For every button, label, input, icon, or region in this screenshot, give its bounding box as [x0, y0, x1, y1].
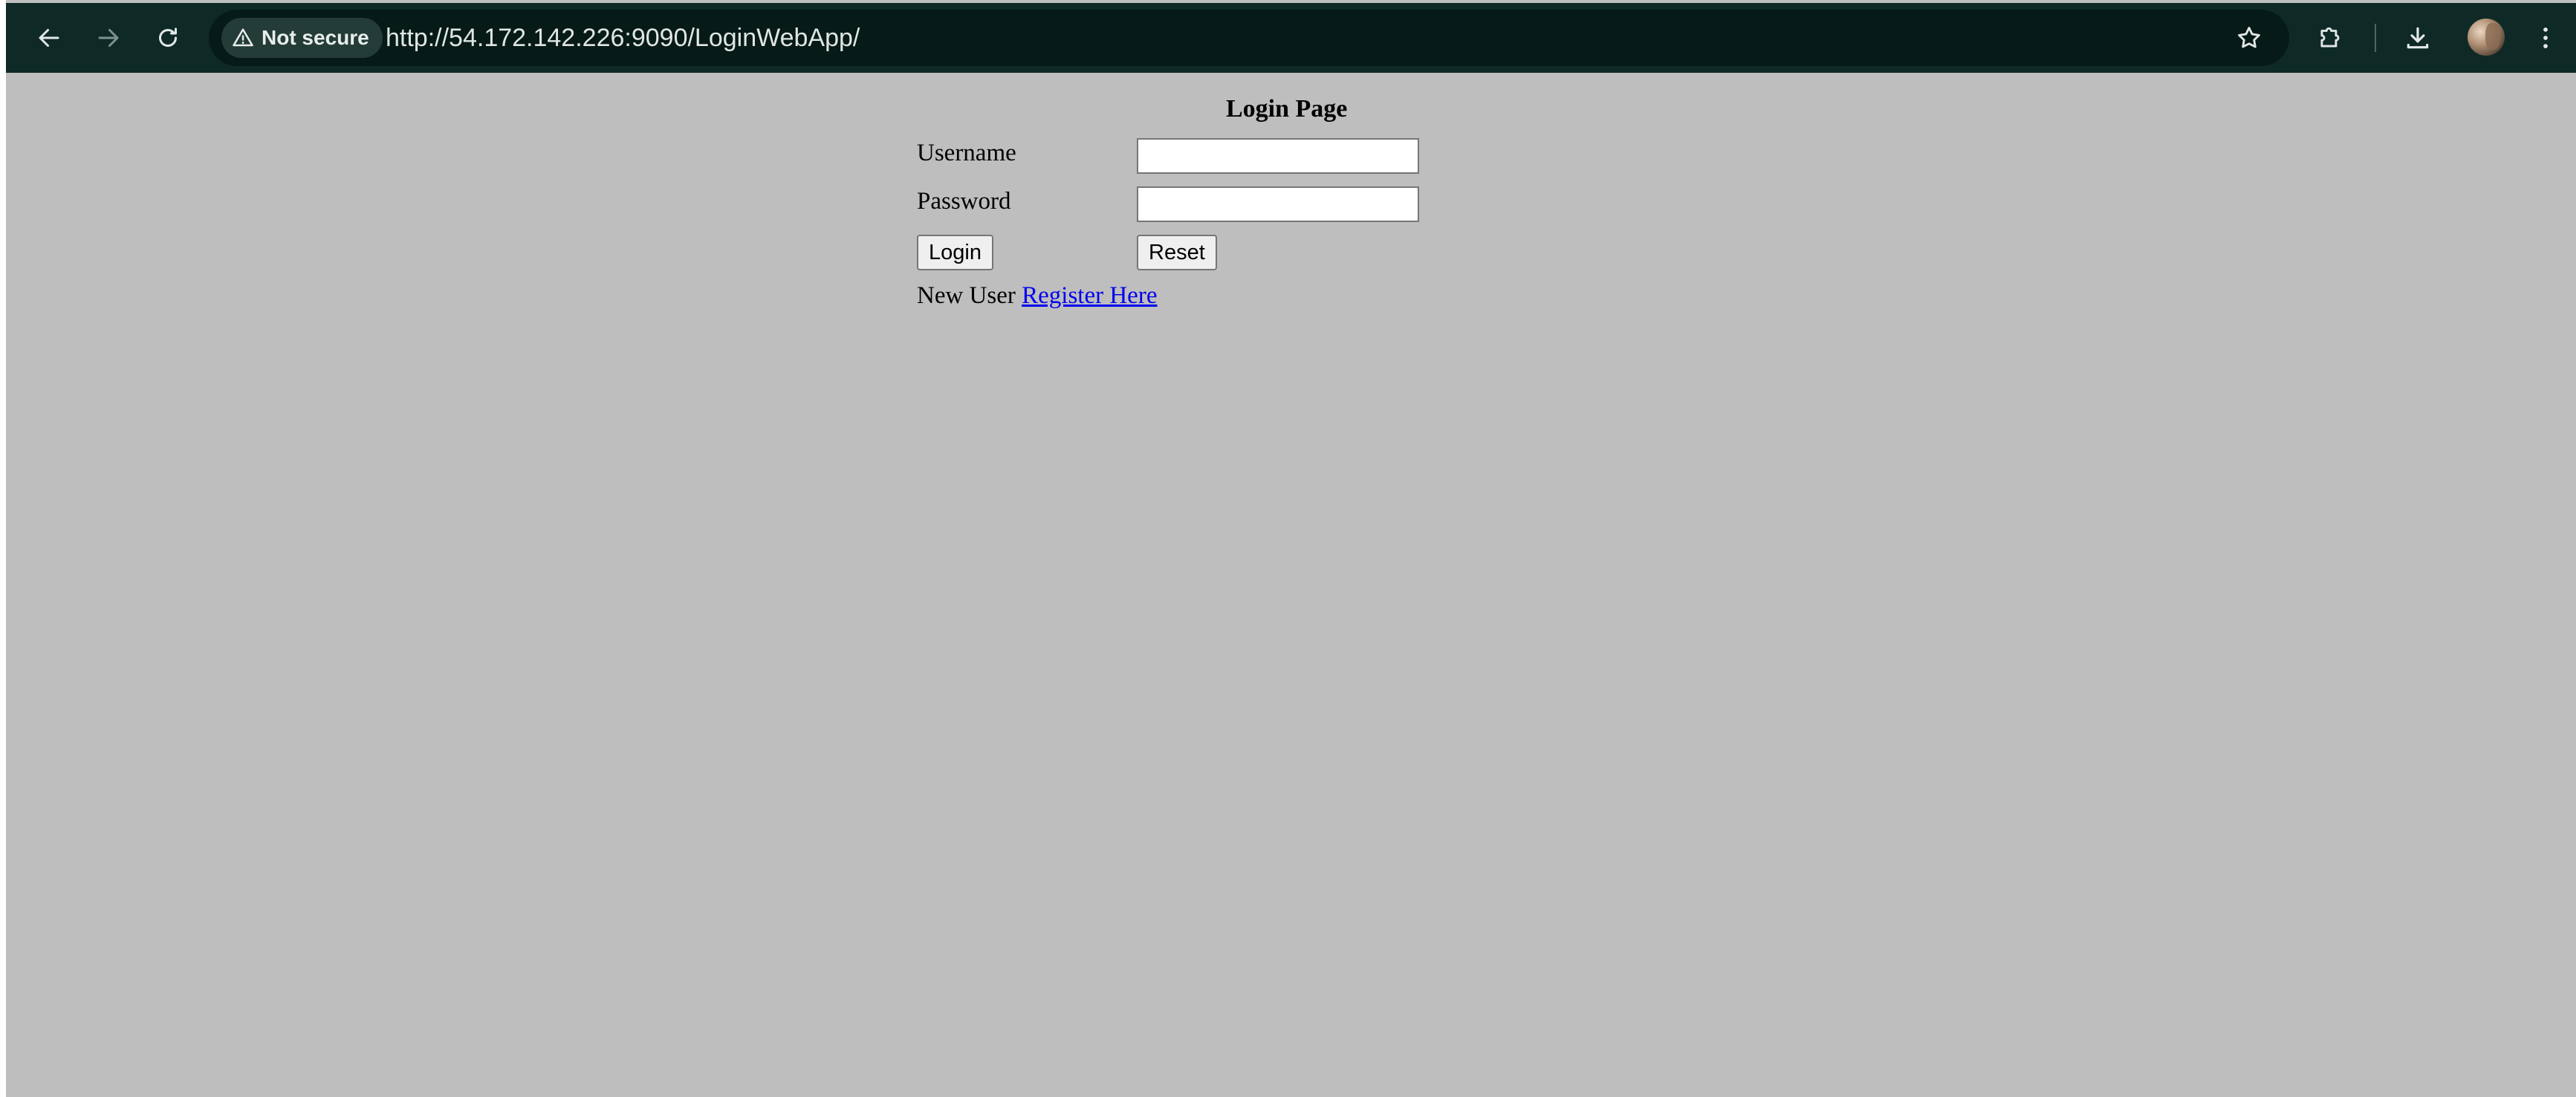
kebab-menu-icon: [2543, 27, 2548, 48]
back-button[interactable]: [25, 14, 73, 62]
new-user-text: New User: [917, 282, 1016, 309]
username-field[interactable]: [1137, 138, 1419, 174]
password-field[interactable]: [1137, 186, 1419, 222]
address-bar[interactable]: Not secure http://54.172.142.226:9090/Lo…: [209, 10, 2289, 66]
menu-button[interactable]: [2522, 14, 2569, 62]
register-link[interactable]: Register Here: [1022, 282, 1157, 309]
url-text[interactable]: http://54.172.142.226:9090/LoginWebApp/: [386, 10, 860, 66]
username-label: Username: [917, 140, 1016, 166]
forward-button[interactable]: [85, 14, 132, 62]
new-user-prompt: New User Register Here: [917, 282, 1157, 310]
browser-window: Not secure http://54.172.142.226:9090/Lo…: [0, 0, 2576, 1097]
security-label: Not secure: [262, 26, 369, 49]
password-label: Password: [917, 188, 1011, 215]
warning-triangle-icon: [233, 28, 253, 47]
reload-button[interactable]: [144, 14, 192, 62]
page-title: Login Page: [1226, 95, 1348, 123]
star-icon: [2238, 27, 2260, 48]
downloads-button[interactable]: [2394, 14, 2442, 62]
toolbar-divider: [2375, 24, 2376, 52]
arrow-left-icon: [39, 29, 59, 47]
extensions-button[interactable]: [2306, 14, 2354, 62]
download-icon: [2407, 27, 2429, 49]
avatar[interactable]: [2468, 19, 2505, 56]
security-indicator[interactable]: Not secure: [221, 18, 383, 58]
browser-toolbar: Not secure http://54.172.142.226:9090/Lo…: [6, 3, 2576, 73]
arrow-right-icon: [98, 29, 119, 47]
reload-icon: [159, 27, 177, 47]
puzzle-icon: [2320, 27, 2340, 48]
page-content: Login Page Username Password Login Reset…: [6, 73, 2576, 1097]
window-edge: [0, 0, 6, 1097]
bookmark-button[interactable]: [2225, 14, 2273, 62]
login-button[interactable]: Login: [917, 235, 993, 270]
reset-button[interactable]: Reset: [1137, 235, 1217, 270]
